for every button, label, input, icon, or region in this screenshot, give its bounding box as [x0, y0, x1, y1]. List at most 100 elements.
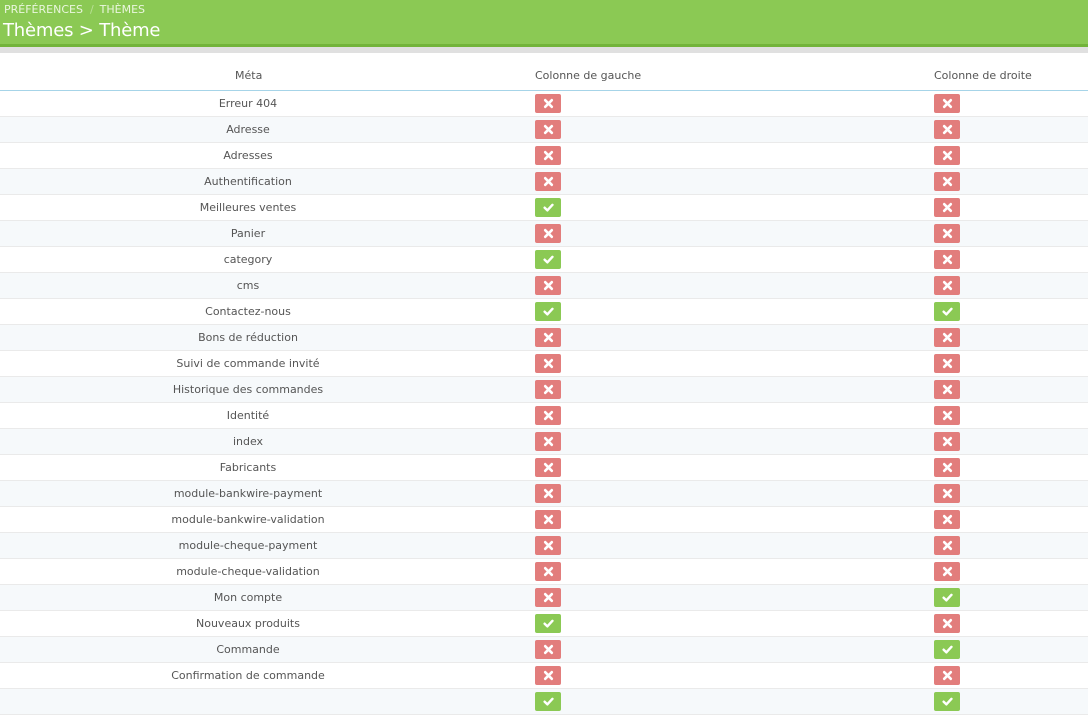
disabled-toggle-left-column[interactable]	[535, 510, 561, 529]
cross-icon	[543, 436, 554, 447]
check-icon	[941, 592, 953, 603]
cross-icon	[942, 436, 953, 447]
disabled-toggle-left-column[interactable]	[535, 354, 561, 373]
disabled-toggle-right-column[interactable]	[934, 562, 960, 581]
disabled-toggle-left-column[interactable]	[535, 640, 561, 659]
cross-icon	[543, 384, 554, 395]
disabled-toggle-left-column[interactable]	[535, 146, 561, 165]
enabled-toggle-left-column[interactable]	[535, 198, 561, 217]
disabled-toggle-right-column[interactable]	[934, 120, 960, 139]
disabled-toggle-left-column[interactable]	[535, 120, 561, 139]
disabled-toggle-left-column[interactable]	[535, 172, 561, 191]
disabled-toggle-right-column[interactable]	[934, 328, 960, 347]
table-row: Identité	[0, 403, 1088, 429]
check-icon	[542, 202, 554, 213]
cross-icon	[543, 566, 554, 577]
table-row: cms	[0, 273, 1088, 299]
cross-icon	[942, 670, 953, 681]
cross-icon	[543, 670, 554, 681]
meta-label: module-cheque-validation	[176, 565, 320, 578]
disabled-toggle-left-column[interactable]	[535, 458, 561, 477]
cross-icon	[942, 514, 953, 525]
cross-icon	[543, 228, 554, 239]
breadcrumb: PRÉFÉRENCES / THÈMES	[4, 3, 145, 16]
breadcrumb-item-preferences[interactable]: PRÉFÉRENCES	[4, 3, 83, 16]
disabled-toggle-right-column[interactable]	[934, 250, 960, 269]
table-row: category	[0, 247, 1088, 273]
enabled-toggle-left-column[interactable]	[535, 692, 561, 711]
table-row: module-bankwire-validation	[0, 507, 1088, 533]
disabled-toggle-left-column[interactable]	[535, 276, 561, 295]
disabled-toggle-right-column[interactable]	[934, 354, 960, 373]
table-row: Fabricants	[0, 455, 1088, 481]
enabled-toggle-left-column[interactable]	[535, 614, 561, 633]
table-row: Confirmation de commande	[0, 663, 1088, 689]
disabled-toggle-left-column[interactable]	[535, 94, 561, 113]
enabled-toggle-right-column[interactable]	[934, 640, 960, 659]
disabled-toggle-left-column[interactable]	[535, 588, 561, 607]
column-header-right-column: Colonne de droite	[934, 69, 1032, 82]
disabled-toggle-right-column[interactable]	[934, 198, 960, 217]
table-row: Commande	[0, 637, 1088, 663]
check-icon	[941, 306, 953, 317]
meta-label: module-bankwire-validation	[171, 513, 325, 526]
cross-icon	[942, 176, 953, 187]
disabled-toggle-right-column[interactable]	[934, 94, 960, 113]
disabled-toggle-left-column[interactable]	[535, 328, 561, 347]
disabled-toggle-right-column[interactable]	[934, 276, 960, 295]
cross-icon	[543, 462, 554, 473]
enabled-toggle-left-column[interactable]	[535, 302, 561, 321]
disabled-toggle-right-column[interactable]	[934, 536, 960, 555]
disabled-toggle-right-column[interactable]	[934, 432, 960, 451]
cross-icon	[942, 384, 953, 395]
table-row: Nouveaux produits	[0, 611, 1088, 637]
table-row: Authentification	[0, 169, 1088, 195]
table-header: Méta Colonne de gauche Colonne de droite	[0, 53, 1088, 91]
disabled-toggle-right-column[interactable]	[934, 224, 960, 243]
disabled-toggle-left-column[interactable]	[535, 380, 561, 399]
table-row: Panier	[0, 221, 1088, 247]
table-row: Meilleures ventes	[0, 195, 1088, 221]
meta-label: Authentification	[204, 175, 292, 188]
meta-label: category	[223, 253, 273, 266]
cross-icon	[543, 332, 554, 343]
cross-icon	[942, 98, 953, 109]
enabled-toggle-right-column[interactable]	[934, 692, 960, 711]
meta-label: Panier	[230, 227, 266, 240]
enabled-toggle-left-column[interactable]	[535, 250, 561, 269]
table-row: Contactez-nous	[0, 299, 1088, 325]
disabled-toggle-left-column[interactable]	[535, 432, 561, 451]
disabled-toggle-left-column[interactable]	[535, 224, 561, 243]
meta-label: Historique des commandes	[172, 383, 324, 396]
table-row: module-cheque-payment	[0, 533, 1088, 559]
check-icon	[542, 306, 554, 317]
disabled-toggle-right-column[interactable]	[934, 380, 960, 399]
check-icon	[542, 254, 554, 265]
cross-icon	[543, 150, 554, 161]
disabled-toggle-right-column[interactable]	[934, 146, 960, 165]
enabled-toggle-right-column[interactable]	[934, 588, 960, 607]
check-icon	[542, 618, 554, 629]
cross-icon	[942, 254, 953, 265]
breadcrumb-item-themes[interactable]: THÈMES	[100, 3, 145, 16]
check-icon	[941, 696, 953, 707]
disabled-toggle-right-column[interactable]	[934, 614, 960, 633]
meta-label: module-bankwire-payment	[173, 487, 323, 500]
disabled-toggle-right-column[interactable]	[934, 510, 960, 529]
disabled-toggle-left-column[interactable]	[535, 536, 561, 555]
disabled-toggle-left-column[interactable]	[535, 406, 561, 425]
meta-label: cms	[236, 279, 260, 292]
meta-label: module-cheque-payment	[178, 539, 318, 552]
disabled-toggle-left-column[interactable]	[535, 484, 561, 503]
disabled-toggle-left-column[interactable]	[535, 562, 561, 581]
disabled-toggle-right-column[interactable]	[934, 172, 960, 191]
disabled-toggle-right-column[interactable]	[934, 458, 960, 477]
disabled-toggle-right-column[interactable]	[934, 484, 960, 503]
disabled-toggle-right-column[interactable]	[934, 406, 960, 425]
disabled-toggle-left-column[interactable]	[535, 666, 561, 685]
cross-icon	[543, 358, 554, 369]
table-row	[0, 689, 1088, 715]
enabled-toggle-right-column[interactable]	[934, 302, 960, 321]
disabled-toggle-right-column[interactable]	[934, 666, 960, 685]
breadcrumb-separator: /	[89, 3, 94, 16]
